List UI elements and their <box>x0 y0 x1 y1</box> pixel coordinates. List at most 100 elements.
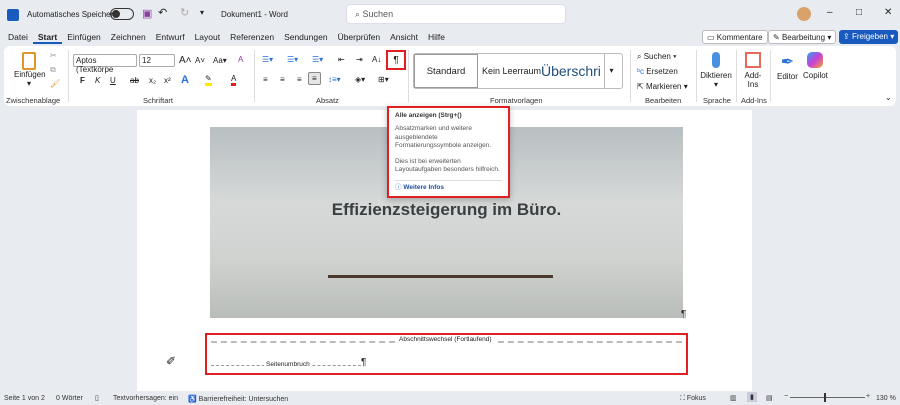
save-icon[interactable]: ▣ <box>142 7 152 20</box>
autosave-label: Automatisches Speichern <box>27 10 118 19</box>
tab-layout[interactable]: Layout <box>190 30 226 44</box>
title-bar: Automatisches Speichern ▣ ↶ ↻ ▾ Dokument… <box>0 0 900 30</box>
sort-icon[interactable]: A↓ <box>372 55 381 64</box>
comments-button[interactable]: ▭ Kommentare <box>702 30 768 44</box>
text-predictions[interactable]: Textvorhersagen: ein <box>113 395 178 402</box>
page-count[interactable]: Seite 1 von 2 <box>4 395 45 402</box>
tab-einfuegen[interactable]: Einfügen <box>62 30 106 44</box>
addins-button[interactable]: Add-Ins <box>742 52 764 89</box>
cut-icon[interactable]: ✂ <box>50 51 57 60</box>
draw-pen-icon[interactable]: ✐ <box>166 354 176 368</box>
text-effects-icon[interactable]: A <box>181 74 189 86</box>
italic-button[interactable]: K <box>95 76 100 85</box>
minimize-icon[interactable]: – <box>827 7 833 18</box>
copy-icon[interactable]: ⧉ <box>50 65 56 75</box>
shrink-font-icon[interactable]: A˅ <box>195 56 205 65</box>
focus-button[interactable]: ⛶ Fokus <box>680 395 706 403</box>
decrease-indent-icon[interactable]: ⇤ <box>338 55 345 64</box>
print-layout-icon[interactable]: ▮ <box>747 392 757 402</box>
maximize-icon[interactable]: □ <box>856 7 862 18</box>
undo-icon[interactable]: ↶ <box>158 6 167 19</box>
accessibility-button[interactable]: ♿ Barrierefreiheit: Untersuchen <box>188 395 288 403</box>
styles-more-button[interactable]: ▾ <box>604 54 618 88</box>
format-painter-icon[interactable]: 🖌 <box>50 79 60 88</box>
clear-formatting-icon[interactable]: A <box>238 55 243 64</box>
search-input[interactable]: ⌕ Suchen <box>346 4 566 24</box>
tab-hilfe[interactable]: Hilfe <box>423 30 450 44</box>
zoom-level[interactable]: 130 % <box>876 395 896 402</box>
web-layout-icon[interactable]: ▤ <box>766 394 773 402</box>
grow-font-icon[interactable]: A˄ <box>179 55 192 66</box>
clipboard-icon <box>22 52 36 70</box>
subscript-icon[interactable]: x₂ <box>149 76 156 85</box>
tab-zeichnen[interactable]: Zeichnen <box>106 30 151 44</box>
tab-sendungen[interactable]: Sendungen <box>279 30 333 44</box>
style-ueberschrift[interactable]: Überschri <box>541 63 604 79</box>
bullets-icon[interactable]: ☰▾ <box>262 55 273 64</box>
rowing-boat <box>328 275 553 278</box>
align-left-icon[interactable]: ≡ <box>263 75 268 84</box>
tab-start[interactable]: Start <box>32 30 63 44</box>
numbering-icon[interactable]: ☰▾ <box>287 55 298 64</box>
copilot-button[interactable]: Copilot <box>803 52 828 80</box>
autosave-toggle[interactable] <box>110 8 134 20</box>
underline-button[interactable]: U <box>110 76 116 85</box>
tooltip-title: Alle anzeigen (Strg+() <box>395 112 462 119</box>
editing-mode-button[interactable]: ✎ Bearbeitung ▾ <box>768 30 837 44</box>
strikethrough-icon[interactable]: ab <box>130 76 139 85</box>
change-case-icon[interactable]: Aa▾ <box>213 56 227 65</box>
bold-button[interactable]: F <box>80 76 85 85</box>
accessibility-icon: ♿ <box>188 396 199 403</box>
tab-referenzen[interactable]: Referenzen <box>225 30 279 44</box>
zoom-in-icon[interactable]: + <box>866 393 870 400</box>
increase-indent-icon[interactable]: ⇥ <box>356 55 363 64</box>
close-icon[interactable]: ✕ <box>884 7 892 18</box>
font-name-select[interactable]: Aptos (Textkörpe <box>73 54 137 74</box>
group-label-editing: Bearbeiten <box>645 96 682 105</box>
ribbon-tabs: Datei Start Einfügen Zeichnen Entwurf La… <box>3 30 450 44</box>
page-break-label: Seitenumbruch <box>264 361 312 368</box>
show-hide-formatting-button[interactable]: ¶ <box>386 50 406 70</box>
tab-datei[interactable]: Datei <box>3 30 33 44</box>
superscript-icon[interactable]: x² <box>164 76 171 85</box>
read-mode-icon[interactable]: ▥ <box>730 394 737 402</box>
justify-icon[interactable]: ≡ <box>308 72 321 85</box>
customize-qat-icon[interactable]: ▾ <box>200 8 204 17</box>
tab-ueberpruefen[interactable]: Überprüfen <box>333 30 386 44</box>
tab-ansicht[interactable]: Ansicht <box>385 30 423 44</box>
highlight-icon[interactable]: ✎ <box>205 74 212 86</box>
share-button[interactable]: ⇪ Freigeben ▾ <box>839 30 899 44</box>
font-color-icon[interactable]: A <box>231 74 237 86</box>
editor-icon: ✒ <box>780 54 795 71</box>
multilevel-list-icon[interactable]: ☰▾ <box>312 55 323 64</box>
tab-entwurf[interactable]: Entwurf <box>151 30 190 44</box>
word-count[interactable]: 0 Wörter <box>56 395 83 402</box>
editor-button[interactable]: ✒ Editor <box>777 52 798 81</box>
group-label-clipboard: Zwischenablage <box>6 96 61 105</box>
replace-icon: ᵇc <box>637 67 647 76</box>
avatar[interactable] <box>797 7 811 21</box>
select-button[interactable]: ⇱ Markieren ▾ <box>637 82 688 91</box>
collapse-ribbon-icon[interactable]: ⌄ <box>885 93 892 102</box>
style-kein-leerraum[interactable]: Kein Leerraum <box>478 66 541 76</box>
borders-icon[interactable]: ⊞▾ <box>378 75 389 84</box>
shading-icon[interactable]: ◈▾ <box>355 75 365 84</box>
font-size-select[interactable]: 12 <box>139 54 175 67</box>
redo-icon[interactable]: ↻ <box>180 6 189 19</box>
proofing-icon[interactable]: ▯ <box>95 394 99 402</box>
align-right-icon[interactable]: ≡ <box>297 75 302 84</box>
paragraph-mark: ¶ <box>681 309 687 320</box>
tooltip-more-info-link[interactable]: ⓘ Weitere Infos <box>395 179 502 192</box>
zoom-slider[interactable] <box>790 393 865 402</box>
line-spacing-icon[interactable]: ↕≡▾ <box>328 75 341 84</box>
find-button[interactable]: ⌕ Suchen ▾ <box>637 52 676 62</box>
copilot-icon <box>807 52 824 68</box>
group-label-styles: Formatvorlagen <box>490 96 543 105</box>
replace-button[interactable]: ᵇc Ersetzen <box>637 67 678 76</box>
dictate-button[interactable]: Diktieren ▾ <box>700 52 732 89</box>
align-center-icon[interactable]: ≡ <box>280 75 285 84</box>
style-standard[interactable]: Standard <box>414 54 478 88</box>
zoom-out-icon[interactable]: − <box>784 393 788 400</box>
styles-gallery: Standard Kein Leerraum Überschri ▾ <box>413 53 623 89</box>
paste-button[interactable]: Einfügen ▾ <box>14 52 46 88</box>
